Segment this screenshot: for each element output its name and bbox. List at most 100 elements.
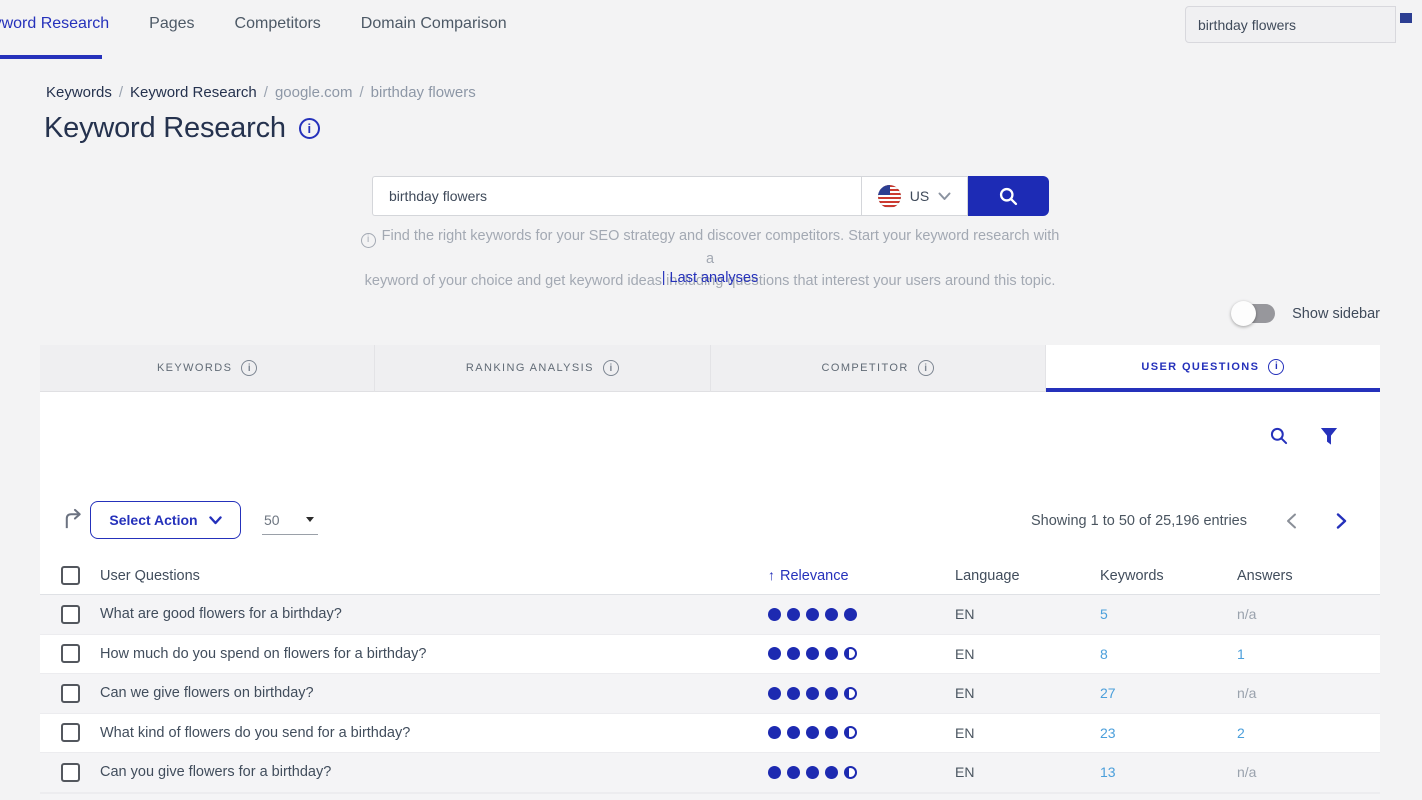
- question-cell: How much do you spend on flowers for a b…: [100, 646, 768, 662]
- relevance-dot: [844, 647, 857, 660]
- tab-user-questions-info-icon[interactable]: i: [1268, 359, 1284, 375]
- answers-cell[interactable]: n/a: [1237, 764, 1380, 780]
- pagination-summary: Showing 1 to 50 of 25,196 entries: [1031, 513, 1247, 529]
- tab-user-questions[interactable]: USER QUESTIONS i: [1046, 345, 1380, 392]
- row-checkbox[interactable]: [61, 723, 80, 742]
- page-size-select[interactable]: 50: [262, 505, 318, 535]
- keywords-count-link[interactable]: 13: [1100, 764, 1116, 780]
- sort-ascending-icon: ↑: [768, 567, 775, 583]
- relevance-dot: [768, 647, 781, 660]
- relevance-dots: [768, 687, 955, 700]
- answers-cell[interactable]: n/a: [1237, 606, 1380, 622]
- language-cell: EN: [955, 685, 1100, 701]
- tab-ranking-analysis[interactable]: RANKING ANALYSIS i: [375, 345, 710, 392]
- relevance-dots: [768, 647, 955, 660]
- language-cell: EN: [955, 764, 1100, 780]
- breadcrumb-keywords[interactable]: Keywords: [46, 84, 112, 101]
- table-row: What kind of flowers do you send for a b…: [40, 714, 1380, 754]
- answers-cell[interactable]: 2: [1237, 725, 1380, 741]
- keyword-search-input[interactable]: [372, 176, 861, 216]
- show-sidebar-toggle[interactable]: [1231, 303, 1275, 324]
- nav-item-pages[interactable]: Pages: [149, 15, 194, 33]
- country-code-label: US: [910, 188, 929, 204]
- relevance-dot: [825, 647, 838, 660]
- language-cell: EN: [955, 725, 1100, 741]
- tab-keywords-info-icon[interactable]: i: [241, 360, 257, 376]
- table-search-button[interactable]: [1269, 426, 1289, 446]
- caret-down-icon: [306, 517, 314, 522]
- chevron-down-icon: [209, 516, 222, 525]
- header-keywords[interactable]: Keywords: [1100, 568, 1237, 584]
- relevance-dot: [806, 766, 819, 779]
- search-icon: [1269, 426, 1289, 446]
- relevance-dot: [787, 608, 800, 621]
- keyword-search-bar: US: [372, 176, 1049, 216]
- chevron-right-icon: [1336, 513, 1347, 529]
- breadcrumb-keyword[interactable]: birthday flowers: [371, 84, 476, 101]
- keywords-count-link[interactable]: 8: [1100, 646, 1108, 662]
- header-relevance[interactable]: ↑Relevance: [768, 567, 955, 584]
- relevance-dot: [787, 766, 800, 779]
- nav-item-keyword-research[interactable]: Keyword Research: [0, 15, 109, 33]
- tab-competitor-info-icon[interactable]: i: [918, 360, 934, 376]
- next-page-button[interactable]: [1328, 508, 1354, 534]
- header-language[interactable]: Language: [955, 568, 1100, 584]
- row-checkbox[interactable]: [61, 684, 80, 703]
- breadcrumb: Keywords/Keyword Research/google.com/bir…: [46, 84, 476, 101]
- relevance-dots: [768, 608, 955, 621]
- header-user-questions[interactable]: User Questions: [100, 568, 768, 584]
- table-row: How much do you spend on flowers for a b…: [40, 635, 1380, 675]
- table-header-row: User Questions ↑Relevance Language Keywo…: [40, 557, 1380, 595]
- answers-cell[interactable]: 1: [1237, 646, 1380, 662]
- country-selector[interactable]: US: [861, 176, 968, 216]
- tab-ranking-analysis-info-icon[interactable]: i: [603, 360, 619, 376]
- table-row: What are good flowers for a birthday? EN…: [40, 595, 1380, 635]
- table-row: Can we give flowers on birthday? EN 27 n…: [40, 674, 1380, 714]
- export-arrow-icon: [62, 508, 85, 531]
- keywords-count-link[interactable]: 23: [1100, 725, 1116, 741]
- nav-item-domain-comparison[interactable]: Domain Comparison: [361, 15, 507, 33]
- row-checkbox[interactable]: [61, 763, 80, 782]
- relevance-dot: [844, 687, 857, 700]
- keywords-count-link[interactable]: 5: [1100, 606, 1108, 622]
- row-checkbox[interactable]: [61, 605, 80, 624]
- last-analyses-link[interactable]: | Last analyses: [360, 270, 1060, 286]
- relevance-dots: [768, 766, 955, 779]
- breadcrumb-domain[interactable]: google.com: [275, 84, 353, 101]
- user-questions-table: User Questions ↑Relevance Language Keywo…: [40, 557, 1380, 800]
- header-answers[interactable]: Answers: [1237, 568, 1380, 584]
- page-title: Keyword Research: [44, 112, 286, 145]
- relevance-dot: [806, 726, 819, 739]
- select-action-button[interactable]: Select Action: [90, 501, 241, 539]
- tab-competitor[interactable]: COMPETITOR i: [711, 345, 1046, 392]
- title-info-icon[interactable]: i: [299, 118, 320, 139]
- relevance-dots: [768, 726, 955, 739]
- relevance-dot: [787, 647, 800, 660]
- description-info-icon: i: [361, 233, 376, 248]
- relevance-dot: [768, 608, 781, 621]
- keywords-count-link[interactable]: 27: [1100, 685, 1116, 701]
- table-row: Can you give flowers for a birthday? EN …: [40, 753, 1380, 793]
- show-sidebar-label: Show sidebar: [1292, 306, 1380, 322]
- tab-keywords[interactable]: KEYWORDS i: [40, 345, 375, 392]
- nav-item-competitors[interactable]: Competitors: [235, 15, 321, 33]
- previous-page-button[interactable]: [1278, 508, 1304, 534]
- relevance-dot: [768, 726, 781, 739]
- select-all-checkbox[interactable]: [61, 566, 80, 585]
- relevance-dot: [768, 687, 781, 700]
- question-cell: What are good flowers for a birthday?: [100, 606, 768, 622]
- top-navigation: Keyword Research Pages Competitors Domai…: [0, 0, 1422, 48]
- partial-next-row: [40, 793, 1380, 800]
- row-checkbox[interactable]: [61, 644, 80, 663]
- breadcrumb-keyword-research[interactable]: Keyword Research: [130, 84, 257, 101]
- relevance-dot: [844, 726, 857, 739]
- answers-cell[interactable]: n/a: [1237, 685, 1380, 701]
- active-nav-underline: [0, 55, 102, 59]
- relevance-dot: [806, 687, 819, 700]
- relevance-dot: [825, 608, 838, 621]
- table-filter-button[interactable]: [1320, 427, 1338, 446]
- topnav-search-input[interactable]: [1185, 6, 1396, 43]
- search-button[interactable]: [968, 176, 1049, 216]
- export-button[interactable]: [62, 508, 85, 536]
- relevance-dot: [825, 687, 838, 700]
